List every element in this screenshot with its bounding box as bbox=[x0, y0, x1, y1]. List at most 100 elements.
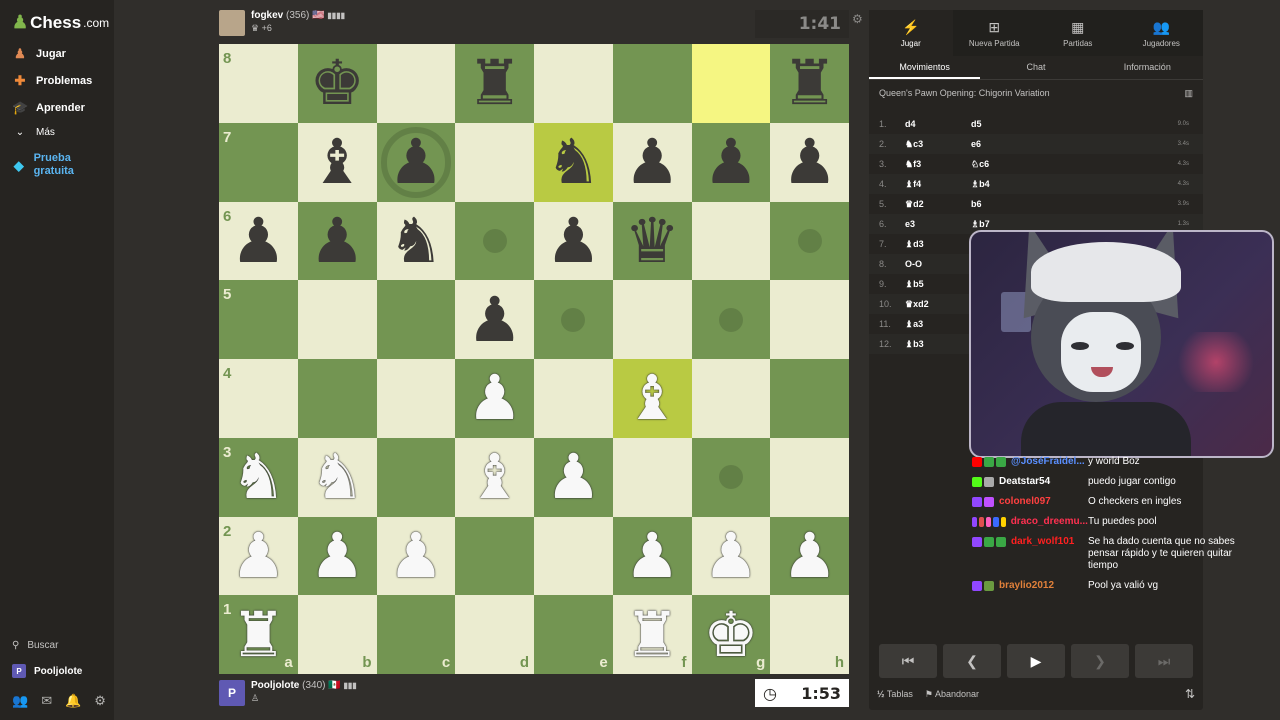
square-e6[interactable]: ♟ bbox=[534, 201, 613, 281]
black-move[interactable]: ♘c6 bbox=[971, 159, 1091, 170]
subtab-chat[interactable]: Chat bbox=[980, 56, 1091, 79]
black-move[interactable]: e6 bbox=[971, 139, 1091, 149]
legal-move-dot[interactable] bbox=[561, 307, 586, 332]
white-pawn-icon[interactable]: ♟ bbox=[309, 524, 365, 587]
sidebar-item-mas[interactable]: ⌄ Más bbox=[12, 127, 55, 138]
friends-icon[interactable]: 👥 bbox=[12, 693, 28, 709]
white-move[interactable]: ♞f3 bbox=[905, 159, 971, 170]
black-pawn-icon[interactable]: ♟ bbox=[309, 209, 365, 272]
square-e5[interactable] bbox=[534, 280, 613, 359]
square-e2[interactable] bbox=[534, 516, 613, 596]
white-bishop-icon[interactable]: ♝ bbox=[624, 367, 680, 429]
square-h1[interactable]: h bbox=[770, 595, 849, 674]
black-pawn-icon[interactable]: ♟ bbox=[782, 131, 838, 193]
white-move[interactable]: ♞c3 bbox=[905, 139, 971, 150]
square-c1[interactable]: c bbox=[376, 595, 456, 674]
book-icon[interactable]: ▥ bbox=[1184, 88, 1193, 99]
black-move[interactable]: ♗b4 bbox=[971, 179, 1091, 190]
black-knight-icon[interactable]: ♞ bbox=[388, 209, 444, 272]
square-b3[interactable]: ♞ bbox=[297, 437, 377, 517]
bottom-player-name[interactable]: Pooljolote bbox=[251, 680, 299, 691]
white-pawn-icon[interactable]: ♟ bbox=[703, 524, 759, 587]
square-f5[interactable] bbox=[612, 280, 692, 359]
user-profile-link[interactable]: P Pooljolote bbox=[12, 664, 82, 678]
square-g7[interactable]: ♟ bbox=[691, 122, 771, 202]
white-move[interactable]: ♛d2 bbox=[905, 199, 971, 210]
black-queen-icon[interactable]: ♛ bbox=[624, 209, 680, 272]
square-a1[interactable]: 1 a ♜ bbox=[219, 595, 298, 674]
square-d5[interactable]: ♟ bbox=[455, 280, 534, 359]
legal-move-dot[interactable] bbox=[482, 228, 507, 253]
square-g4[interactable] bbox=[691, 359, 771, 438]
chess-board[interactable]: 8 ♚ ♜ ♜ 7 ♝ ♟ ♞ ♟ ♟ ♟ 6 ♟ ♟ ♞ ♟ ♛ 5 ♟ 4 ♟ ♝ 3 ♞ ♞ ♝ ♟ 2 ♟ ♟ ♟ ♟ ♟ ♟ 1 a ♜ b c d… bbox=[219, 44, 849, 674]
square-c7[interactable]: ♟ bbox=[376, 122, 456, 202]
square-h6[interactable] bbox=[770, 201, 849, 281]
square-f1[interactable]: f ♜ bbox=[612, 595, 692, 674]
square-e8[interactable] bbox=[534, 44, 613, 123]
white-knight-icon[interactable]: ♞ bbox=[231, 446, 287, 508]
white-move[interactable]: e3 bbox=[905, 219, 971, 229]
black-rook-icon[interactable]: ♜ bbox=[467, 52, 523, 114]
square-g3[interactable] bbox=[691, 437, 771, 517]
square-f6[interactable]: ♛ bbox=[612, 201, 692, 281]
black-king-icon[interactable]: ♚ bbox=[309, 52, 365, 114]
square-f4[interactable]: ♝ bbox=[612, 359, 692, 438]
square-g8[interactable] bbox=[691, 44, 771, 123]
search-link[interactable]: ⚲ Buscar bbox=[12, 640, 58, 651]
black-pawn-icon[interactable]: ♟ bbox=[546, 209, 602, 272]
square-g6[interactable] bbox=[691, 201, 771, 281]
white-pawn-icon[interactable]: ♟ bbox=[782, 524, 838, 587]
previous-move-button[interactable]: ❮ bbox=[943, 644, 1001, 678]
square-b7[interactable]: ♝ bbox=[297, 122, 377, 202]
square-f3[interactable] bbox=[612, 437, 692, 517]
bottom-player-avatar[interactable]: P bbox=[219, 680, 245, 706]
legal-move-dot[interactable] bbox=[797, 228, 822, 253]
forward-button[interactable]: ❯ bbox=[1071, 644, 1129, 678]
chess-logo[interactable]: ♟ Chess .com bbox=[12, 12, 109, 33]
white-move[interactable]: O-O bbox=[905, 259, 971, 269]
square-h3[interactable] bbox=[770, 437, 849, 517]
white-pawn-icon[interactable]: ♟ bbox=[388, 524, 444, 587]
square-d1[interactable]: d bbox=[455, 595, 534, 674]
square-c8[interactable] bbox=[376, 44, 456, 123]
white-bishop-icon[interactable]: ♝ bbox=[467, 446, 523, 508]
square-e7[interactable]: ♞ bbox=[534, 122, 613, 202]
square-d7[interactable] bbox=[455, 122, 534, 202]
white-knight-icon[interactable]: ♞ bbox=[309, 446, 365, 508]
square-c3[interactable] bbox=[376, 437, 456, 517]
square-f7[interactable]: ♟ bbox=[612, 122, 692, 202]
legal-move-dot[interactable] bbox=[718, 307, 743, 332]
square-h2[interactable]: ♟ bbox=[770, 516, 849, 596]
square-e4[interactable] bbox=[534, 359, 613, 438]
white-rook-icon[interactable]: ♜ bbox=[624, 603, 680, 666]
square-e1[interactable]: e bbox=[534, 595, 613, 674]
square-a2[interactable]: 2 ♟ bbox=[219, 516, 298, 596]
white-pawn-icon[interactable]: ♟ bbox=[231, 524, 287, 587]
white-move[interactable]: ♝b5 bbox=[905, 279, 971, 290]
square-h4[interactable] bbox=[770, 359, 849, 438]
sidebar-item-prueba-gratuita[interactable]: ◆ Prueba gratuita bbox=[12, 152, 102, 178]
square-d8[interactable]: ♜ bbox=[455, 44, 534, 123]
square-d3[interactable]: ♝ bbox=[455, 437, 534, 517]
bell-icon[interactable]: 🔔 bbox=[65, 693, 81, 709]
white-move[interactable]: ♝f4 bbox=[905, 179, 971, 190]
tab-jugar[interactable]: ⚡ Jugar bbox=[869, 10, 953, 56]
square-a3[interactable]: 3 ♞ bbox=[219, 437, 298, 517]
mail-icon[interactable]: ✉ bbox=[41, 693, 52, 709]
board-settings-gear-icon[interactable]: ⚙ bbox=[852, 12, 863, 26]
black-move[interactable]: ♗b7 bbox=[971, 219, 1091, 230]
square-g2[interactable]: ♟ bbox=[691, 516, 771, 596]
gear-icon[interactable]: ⚙ bbox=[94, 693, 106, 709]
last-move-button[interactable]: ⏭ bbox=[1135, 644, 1193, 678]
tab-partidas[interactable]: ▦ Partidas bbox=[1036, 10, 1120, 56]
square-b8[interactable]: ♚ bbox=[297, 44, 377, 123]
black-pawn-icon[interactable]: ♟ bbox=[703, 131, 759, 193]
first-move-button[interactable]: ⏮ bbox=[879, 644, 937, 678]
square-a5[interactable]: 5 bbox=[219, 280, 298, 359]
sidebar-item-problemas[interactable]: ✚ Problemas bbox=[12, 73, 93, 89]
capture-ring[interactable] bbox=[380, 126, 452, 198]
white-move[interactable]: ♛xd2 bbox=[905, 299, 971, 310]
square-f2[interactable]: ♟ bbox=[612, 516, 692, 596]
square-d2[interactable] bbox=[455, 516, 534, 596]
white-move[interactable]: ♝b3 bbox=[905, 339, 971, 350]
